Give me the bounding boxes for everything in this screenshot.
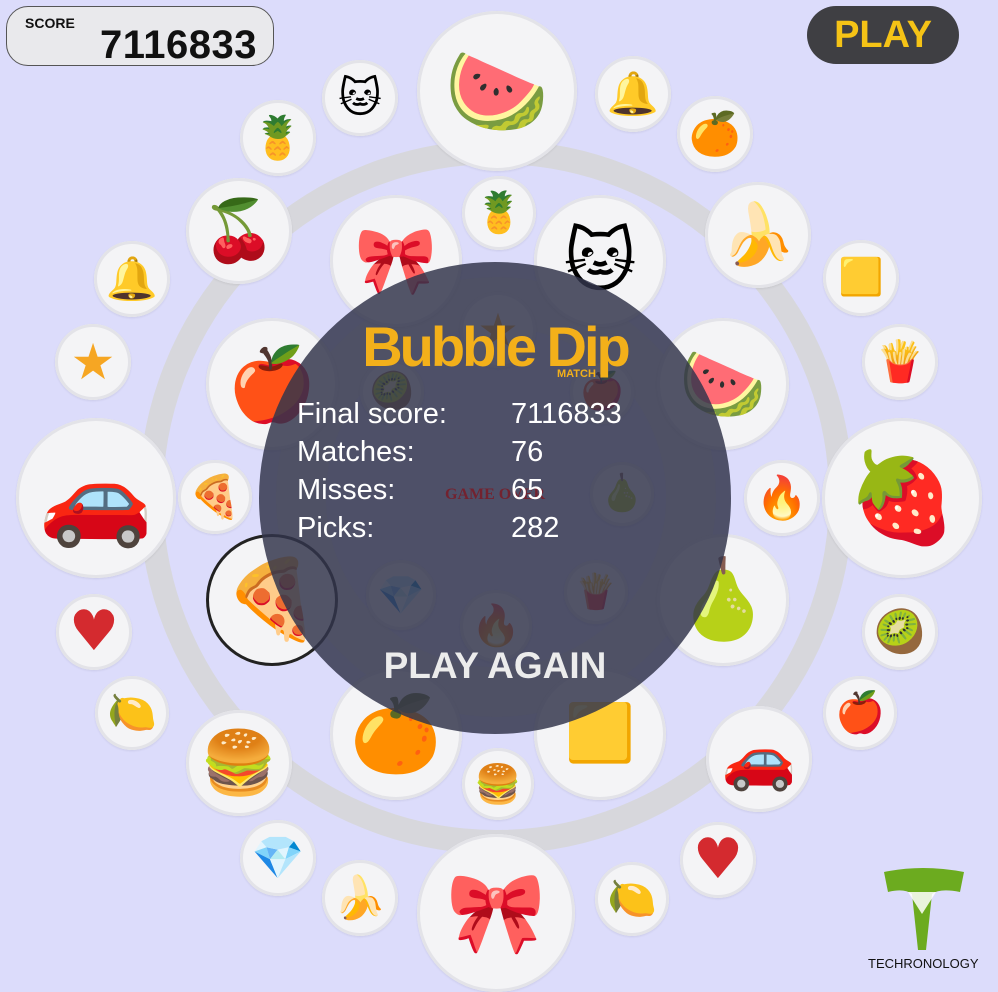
orange-icon: 🍊	[688, 109, 742, 158]
bubble-car-left[interactable]: 🚗	[16, 418, 176, 578]
stat-value: 7116833	[511, 398, 622, 430]
pizza-icon: 🍕	[188, 472, 242, 521]
bubble-banana-bottom[interactable]: 🍌	[322, 860, 398, 936]
game-logo-subtitle: MATCH	[557, 368, 596, 380]
bubble-lemon-bottom[interactable]: 🍋	[595, 862, 669, 936]
play-again-button[interactable]: PLAY AGAIN	[259, 645, 731, 687]
brand-name: TECHRONOLOGY	[868, 956, 979, 971]
stat-misses: Misses: 65	[297, 474, 677, 512]
bell-icon: 🔔	[105, 254, 159, 303]
bubble-fries-right[interactable]: 🍟	[862, 324, 938, 400]
brand-t-icon	[884, 868, 964, 950]
bubble-fire-right[interactable]: 🔥	[744, 460, 820, 536]
strawberry-icon: 🍓	[847, 446, 957, 549]
stat-label: Misses:	[297, 474, 396, 506]
candy-cane-icon: 🎀	[446, 866, 546, 959]
score-value: 7116833	[99, 23, 257, 67]
stat-value: 65	[511, 474, 544, 506]
heart-icon: ♥	[692, 827, 744, 892]
banana-icon: 🍌	[333, 873, 387, 922]
stat-value: 76	[511, 436, 544, 468]
pineapple-icon: 🍍	[251, 113, 305, 162]
stat-picks: Picks: 282	[297, 512, 677, 550]
bubble-diamond-left[interactable]: 💎	[240, 820, 316, 896]
bubble-candy-cane-bottom[interactable]: 🎀	[417, 834, 575, 992]
burger-icon: 🍔	[474, 762, 522, 806]
fries-icon: 🍟	[875, 339, 925, 385]
gold-bars-icon: 🟨	[838, 257, 884, 298]
burger-icon: 🍔	[200, 726, 278, 799]
brand-logo: TECHRONOLOGY	[868, 866, 979, 976]
bubble-lemon-left[interactable]: 🍋	[95, 676, 169, 750]
bubble-gold-right[interactable]: 🟨	[823, 240, 899, 316]
bubble-burger-center[interactable]: 🍔	[462, 748, 534, 820]
pineapple-icon: 🍍	[474, 190, 524, 236]
bubble-heart-left[interactable]: ♥	[56, 594, 132, 670]
bubble-car-right[interactable]: 🚗	[706, 706, 812, 812]
stat-label: Final score:	[297, 398, 447, 430]
play-button[interactable]: PLAY	[807, 6, 959, 64]
cat-icon: 🐱	[338, 73, 382, 122]
game-over-overlay: Bubble Dip MATCH GAME OVER Final score: …	[259, 262, 731, 734]
bubble-bell-top[interactable]: 🔔	[595, 56, 671, 132]
star-icon: ★	[70, 333, 116, 391]
diamond-icon: 💎	[251, 833, 305, 882]
lemon-icon: 🍋	[607, 876, 657, 922]
lemon-icon: 🍋	[107, 690, 157, 736]
cherries-icon: 🍒	[201, 196, 277, 266]
bubble-banana-right[interactable]: 🍌	[705, 182, 811, 288]
bubble-burger-left[interactable]: 🍔	[186, 710, 292, 816]
kiwi-icon: 🥝	[873, 607, 927, 656]
bubble-watermelon-top[interactable]: 🍉	[417, 11, 577, 171]
score-label: SCORE	[25, 15, 75, 31]
final-stats: Final score: 7116833 Matches: 76 Misses:…	[297, 398, 677, 550]
bell-icon: 🔔	[606, 69, 660, 118]
bubble-pizza-small[interactable]: 🍕	[178, 460, 252, 534]
car-icon: 🚗	[721, 724, 797, 794]
stat-matches: Matches: 76	[297, 436, 677, 474]
apple-icon: 🍎	[835, 690, 885, 736]
bubble-bell-left[interactable]: 🔔	[94, 241, 170, 317]
banana-icon: 🍌	[720, 200, 796, 270]
fire-icon: 🔥	[755, 473, 809, 522]
bubble-strawberry[interactable]: 🍓	[822, 418, 982, 578]
car-icon: 🚗	[38, 444, 154, 551]
bubble-cherries[interactable]: 🍒	[186, 178, 292, 284]
bubble-pineapple-left[interactable]: 🍍	[240, 100, 316, 176]
bubble-star-left[interactable]: ★	[55, 324, 131, 400]
bubble-orange-small[interactable]: 🍊	[677, 96, 753, 172]
stat-value: 282	[511, 512, 560, 544]
heart-icon: ♥	[68, 599, 120, 664]
bubble-kiwi-right[interactable]: 🥝	[862, 594, 938, 670]
stat-final-score: Final score: 7116833	[297, 398, 677, 436]
stat-label: Matches:	[297, 436, 415, 468]
bubble-cat-small[interactable]: 🐱	[322, 60, 398, 136]
bubble-heart-right[interactable]: ♥	[680, 822, 756, 898]
score-panel: SCORE 7116833	[6, 6, 274, 67]
game-logo-title: Bubble Dip	[362, 315, 631, 378]
stat-label: Picks:	[297, 512, 375, 544]
bubble-pineapple-center[interactable]: 🍍	[462, 176, 536, 250]
watermelon-icon: 🍉	[444, 42, 550, 140]
bubble-apple-right[interactable]: 🍎	[823, 676, 897, 750]
